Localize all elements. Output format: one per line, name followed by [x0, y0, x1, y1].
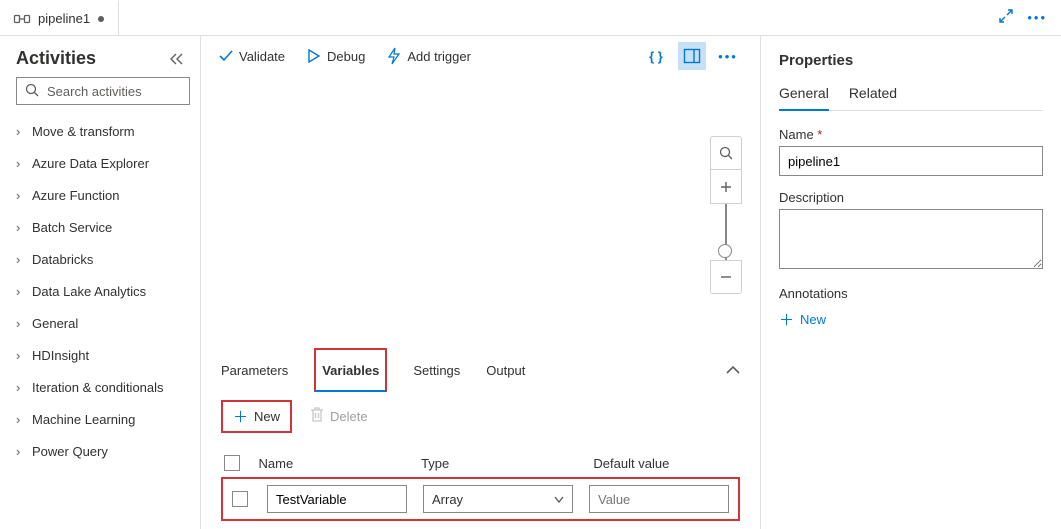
toolbar-more-icon[interactable]: ••• — [714, 42, 742, 70]
expand-icon[interactable] — [999, 9, 1013, 26]
tab-bar: pipeline1 ••• — [0, 0, 1061, 36]
name-input[interactable] — [779, 146, 1043, 176]
activities-sidebar: Activities ›Move & transform ›Azure Data… — [0, 36, 200, 529]
plus-icon: ＋ — [233, 406, 248, 427]
description-label: Description — [779, 190, 1043, 205]
tab-settings[interactable]: Settings — [413, 348, 460, 392]
search-icon — [25, 83, 39, 100]
lightning-icon — [387, 48, 401, 64]
properties-tabs: General Related — [779, 85, 1043, 111]
col-header-default: Default value — [593, 456, 740, 471]
select-all-checkbox[interactable] — [224, 455, 240, 471]
sidebar-item-machine-learning[interactable]: ›Machine Learning — [16, 403, 190, 435]
description-textarea[interactable] — [779, 209, 1043, 269]
canvas-toolbar: Validate Debug Add trigger { } ••• — [201, 36, 760, 76]
name-label: Name — [779, 127, 1043, 142]
chevron-right-icon: › — [16, 188, 24, 203]
sidebar-item-iteration-conditionals[interactable]: ›Iteration & conditionals — [16, 371, 190, 403]
properties-panel-toggle[interactable] — [678, 42, 706, 70]
code-braces-icon[interactable]: { } — [642, 42, 670, 70]
tab-variables[interactable]: Variables — [314, 348, 387, 392]
tab-title: pipeline1 — [38, 11, 90, 26]
collapse-sidebar-icon[interactable] — [170, 53, 190, 65]
trash-icon — [310, 407, 324, 426]
sidebar-item-databricks[interactable]: ›Databricks — [16, 243, 190, 275]
delete-variable-button: Delete — [310, 407, 368, 426]
chevron-right-icon: › — [16, 380, 24, 395]
properties-title: Properties — [779, 52, 1043, 69]
sidebar-item-hdinsight[interactable]: ›HDInsight — [16, 339, 190, 371]
check-icon — [219, 50, 233, 62]
collapse-panel-icon[interactable] — [726, 363, 740, 378]
variable-value-input[interactable] — [589, 485, 729, 513]
chevron-right-icon: › — [16, 348, 24, 363]
chevron-right-icon: › — [16, 412, 24, 427]
chevron-right-icon: › — [16, 252, 24, 267]
chevron-right-icon: › — [16, 444, 24, 459]
play-icon — [307, 49, 321, 63]
sidebar-title: Activities — [16, 48, 96, 69]
zoom-slider-track[interactable] — [725, 204, 727, 260]
chevron-right-icon: › — [16, 124, 24, 139]
tab-parameters[interactable]: Parameters — [221, 348, 288, 392]
zoom-slider-knob[interactable] — [718, 244, 732, 258]
sidebar-item-azure-data-explorer[interactable]: ›Azure Data Explorer — [16, 147, 190, 179]
more-icon[interactable]: ••• — [1027, 10, 1047, 25]
zoom-out-button[interactable] — [710, 260, 742, 294]
sidebar-item-move-transform[interactable]: ›Move & transform — [16, 115, 190, 147]
variable-name-input[interactable] — [267, 485, 407, 513]
row-checkbox[interactable] — [232, 491, 248, 507]
new-annotation-button[interactable]: ＋ New — [779, 309, 826, 330]
zoom-control — [710, 136, 742, 294]
add-trigger-button[interactable]: Add trigger — [387, 48, 471, 64]
variables-table: Name Type Default value Array — [201, 441, 760, 529]
chevron-down-icon — [554, 492, 564, 507]
sidebar-item-general[interactable]: ›General — [16, 307, 190, 339]
annotations-label: Annotations — [779, 286, 1043, 301]
variables-header-row: Name Type Default value — [221, 449, 740, 477]
tab-pipeline1[interactable]: pipeline1 — [0, 0, 119, 35]
chevron-right-icon: › — [16, 284, 24, 299]
pipeline-icon — [14, 12, 30, 26]
bottom-tabs: Parameters Variables Settings Output — [201, 348, 760, 392]
fit-to-screen-button[interactable] — [710, 136, 742, 170]
sidebar-item-data-lake-analytics[interactable]: ›Data Lake Analytics — [16, 275, 190, 307]
chevron-right-icon: › — [16, 156, 24, 171]
col-header-type: Type — [421, 456, 577, 471]
variables-toolbar: ＋ New Delete — [201, 392, 760, 441]
unsaved-dot-icon — [98, 16, 104, 22]
debug-button[interactable]: Debug — [307, 49, 365, 64]
tab-output[interactable]: Output — [486, 348, 525, 392]
validate-button[interactable]: Validate — [219, 49, 285, 64]
sidebar-item-azure-function[interactable]: ›Azure Function — [16, 179, 190, 211]
properties-panel: Properties General Related Name Descript… — [761, 36, 1061, 529]
chevron-right-icon: › — [16, 220, 24, 235]
properties-tab-general[interactable]: General — [779, 85, 829, 111]
plus-icon: ＋ — [779, 309, 794, 330]
sidebar-item-batch-service[interactable]: ›Batch Service — [16, 211, 190, 243]
col-header-name: Name — [259, 456, 406, 471]
chevron-right-icon: › — [16, 316, 24, 331]
search-activities[interactable] — [16, 77, 190, 105]
variable-row: Array — [221, 477, 740, 521]
properties-tab-related[interactable]: Related — [849, 85, 897, 110]
zoom-in-button[interactable] — [710, 170, 742, 204]
search-input[interactable] — [45, 83, 225, 100]
pipeline-canvas[interactable] — [201, 76, 760, 348]
new-variable-button[interactable]: ＋ New — [221, 400, 292, 433]
sidebar-item-power-query[interactable]: ›Power Query — [16, 435, 190, 467]
variable-type-select[interactable]: Array — [423, 485, 573, 513]
